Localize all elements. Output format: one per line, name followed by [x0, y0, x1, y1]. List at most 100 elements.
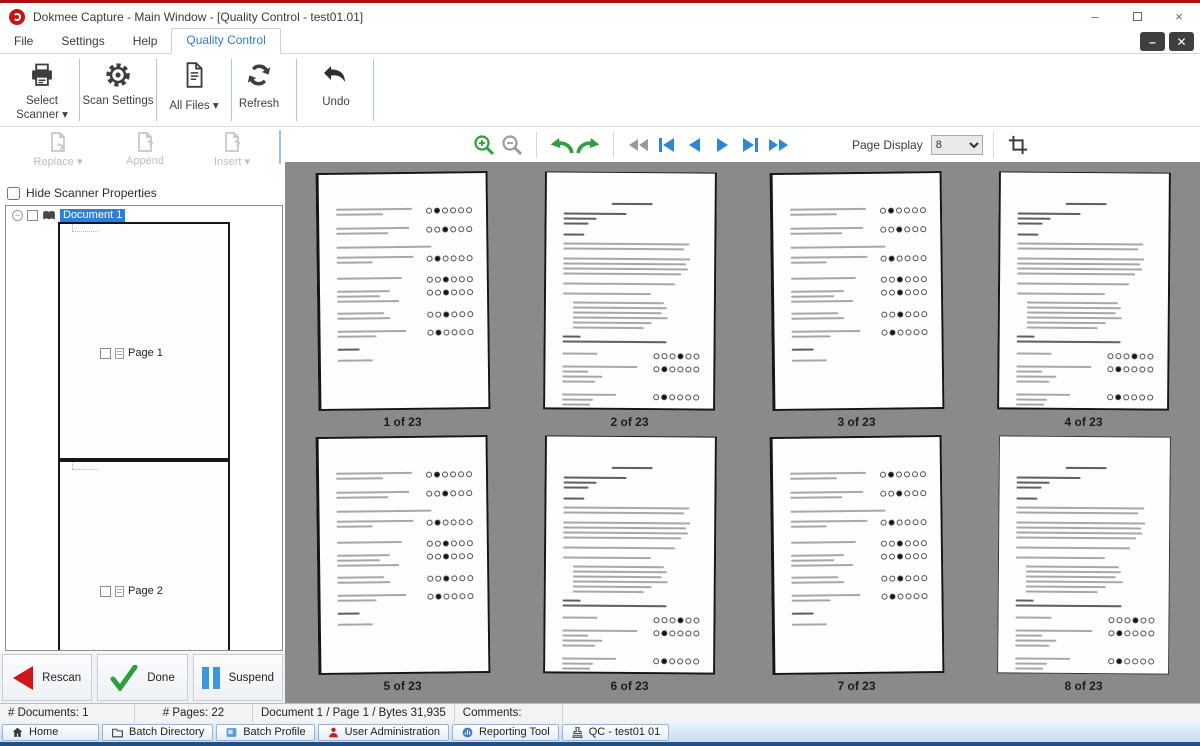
first-page-button[interactable] [652, 132, 680, 158]
page-thumbnail[interactable] [769, 170, 944, 412]
page-checkbox[interactable] [100, 585, 111, 597]
toolbar-separator [296, 59, 297, 121]
toolbar-separator [79, 59, 80, 121]
thumbnail-cell[interactable]: 7 of 23 [743, 434, 970, 693]
toolbar-separator [373, 59, 374, 121]
scan-settings-button[interactable]: Scan Settings [82, 59, 154, 123]
select-scanner-button[interactable]: Select Scanner ▾ [6, 59, 78, 123]
mdi-close-button[interactable]: ✕ [1169, 32, 1194, 51]
status-documents: # Documents: 1 [0, 704, 135, 722]
thumbnail-cell[interactable]: 3 of 23 [743, 170, 970, 429]
home-icon [11, 726, 24, 739]
page-thumbnail[interactable] [996, 171, 1171, 411]
page-icon [115, 347, 124, 359]
page-thumbnail[interactable] [315, 434, 490, 676]
page-thumbnail[interactable] [769, 434, 944, 676]
refresh-button[interactable]: Refresh [226, 59, 292, 123]
thumbnail-cell[interactable]: 8 of 23 [970, 435, 1197, 693]
app-taskbar: Home Batch Directory Batch Profile User Adm… [0, 722, 1200, 742]
menu-help[interactable]: Help [119, 30, 172, 53]
thumbnail-cell[interactable]: 1 of 23 [289, 170, 516, 429]
previous-page-button[interactable] [680, 132, 708, 158]
page-thumbnail[interactable] [542, 435, 717, 675]
rotate-undo-button[interactable] [547, 132, 575, 158]
maximize-button[interactable] [1116, 3, 1158, 30]
zoom-out-button[interactable] [498, 132, 526, 158]
menu-settings[interactable]: Settings [47, 30, 118, 53]
toolbar-separator [279, 130, 281, 164]
answer-bubbles [426, 540, 473, 547]
taskbar-button-batch-directory[interactable]: Batch Directory [102, 723, 214, 741]
thumbnail-page-label: 5 of 23 [383, 679, 422, 693]
tree-document-row[interactable]: − Document 1 [6, 209, 282, 223]
done-button[interactable]: Done [97, 654, 188, 701]
close-button[interactable]: × [1158, 3, 1200, 30]
answer-bubbles [426, 575, 473, 582]
page-thumbnail[interactable] [996, 435, 1171, 675]
thumbnail-cell[interactable]: 4 of 23 [970, 171, 1197, 429]
fast-forward-button[interactable] [764, 132, 792, 158]
tab-quality-control[interactable]: Quality Control [171, 28, 281, 54]
answer-bubbles [1107, 617, 1155, 624]
replace-label: Replace ▾ [33, 156, 83, 168]
answer-bubbles [1106, 353, 1154, 360]
taskbar-button-home[interactable]: Home [2, 723, 99, 741]
thumbnail-page-label: 7 of 23 [837, 679, 876, 693]
replace-button[interactable]: Replace ▾ [18, 130, 98, 168]
tree-page-row[interactable]: Page 1 [58, 222, 230, 461]
answer-bubbles [652, 394, 699, 401]
answer-bubbles [425, 207, 472, 214]
rotate-redo-button[interactable] [575, 132, 603, 158]
page-checkbox[interactable] [100, 347, 111, 359]
toolbar-separator [613, 132, 614, 158]
minimize-button[interactable]: – [1074, 3, 1116, 30]
document-tree-panel[interactable]: − Document 1 Page 1Page 2Page 3Page 4Pag… [5, 205, 283, 651]
rescan-button[interactable]: Rescan [2, 654, 93, 701]
answer-bubbles [425, 490, 472, 497]
thumbnail-cell[interactable]: 2 of 23 [516, 171, 743, 429]
tree-page-label[interactable]: Page 2 [128, 585, 163, 597]
menu-bar: File Settings Help Quality Control – ✕ [0, 28, 1200, 54]
tree-document-label[interactable]: Document 1 [60, 209, 126, 223]
zoom-in-button[interactable] [470, 132, 498, 158]
last-page-button[interactable] [736, 132, 764, 158]
suspend-button[interactable]: Suspend [192, 654, 283, 701]
answer-bubbles [879, 490, 926, 497]
all-files-button[interactable]: All Files ▾ [158, 59, 230, 123]
taskbar-button-reporting-tool[interactable]: Reporting Tool [451, 723, 559, 741]
answer-bubbles [880, 553, 927, 560]
undo-button[interactable]: Undo [300, 59, 372, 123]
mdi-minimize-button[interactable]: – [1140, 32, 1165, 51]
thumbnail-cell[interactable]: 6 of 23 [516, 435, 743, 693]
fast-backward-button[interactable] [624, 132, 652, 158]
thumbnail-page-label: 6 of 23 [610, 679, 649, 693]
answer-bubbles [652, 617, 700, 624]
thumbnail-canvas[interactable]: 1 of 23 2 of 23 3 of 23 4 of 23 5 of 23 6 of … [285, 162, 1200, 703]
thumbnail-page-label: 8 of 23 [1064, 679, 1103, 693]
answer-bubbles [652, 353, 700, 360]
tree-page-row[interactable]: Page 2 [58, 460, 230, 650]
taskbar-button-batch-profile[interactable]: Batch Profile [216, 723, 315, 741]
page-thumbnail[interactable] [315, 170, 490, 412]
tree-page-label[interactable]: Page 1 [128, 347, 163, 359]
document-checkbox[interactable] [27, 210, 38, 222]
profile-icon [225, 726, 238, 739]
append-button[interactable]: Append [105, 130, 185, 167]
collapse-icon[interactable]: − [12, 210, 23, 222]
done-label: Done [147, 671, 175, 684]
taskbar-button-user-administration[interactable]: User Administration [317, 723, 449, 741]
status-bar: # Documents: 1 # Pages: 22 Document 1 / … [0, 703, 1200, 722]
next-page-button[interactable] [708, 132, 736, 158]
checkmark-icon [110, 664, 138, 691]
thumbnail-cell[interactable]: 5 of 23 [289, 434, 516, 693]
taskbar-button-qc-test01-01[interactable]: QC - test01 01 [561, 723, 670, 741]
insert-button[interactable]: Insert ▾ [192, 130, 272, 168]
status-pages: # Pages: 22 [135, 704, 253, 722]
answer-bubbles [880, 311, 927, 318]
page-display-select[interactable]: 8 [930, 135, 983, 155]
hide-scanner-properties-checkbox[interactable] [7, 186, 20, 200]
taskbar-button-label: User Administration [344, 726, 440, 738]
crop-icon[interactable] [1004, 132, 1032, 158]
page-thumbnail[interactable] [542, 171, 717, 411]
menu-file[interactable]: File [0, 30, 47, 53]
